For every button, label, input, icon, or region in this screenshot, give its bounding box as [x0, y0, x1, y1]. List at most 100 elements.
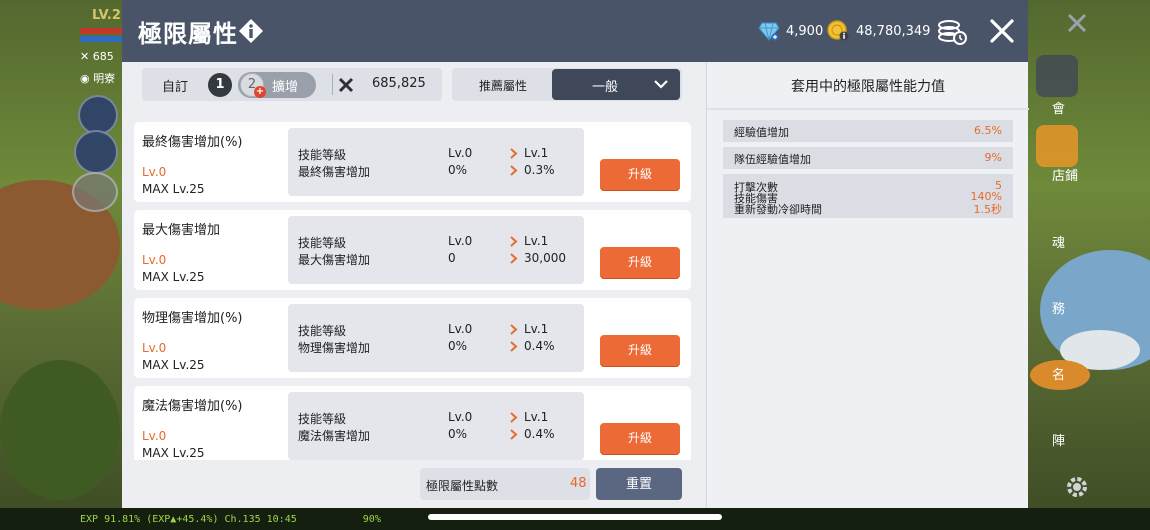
attribute-max-level: MAX Lv.25: [142, 182, 205, 196]
chevron-right-icon: [510, 429, 518, 440]
expand-label: 擴增: [272, 80, 299, 95]
meso-amount: 48,780,349: [856, 23, 931, 39]
attribute-name: 物理傷害增加(%): [142, 311, 243, 326]
soul-label: 魂: [1052, 236, 1066, 251]
attribute-name: 最大傷害增加: [142, 223, 221, 238]
quest-icon[interactable]: [74, 130, 118, 174]
points-bar: 極限屬性點數 48 重置: [420, 468, 682, 500]
back-arrow-button[interactable]: [78, 95, 118, 135]
preset-1-button[interactable]: 1: [208, 73, 232, 97]
next-value-1: Lv.1: [524, 234, 549, 248]
attribute-detail: 技能等級 物理傷害增加 Lv.0 0% Lv.1 0.4%: [288, 304, 584, 372]
diamond-icon: [758, 22, 780, 41]
meso-coin-icon: [827, 20, 849, 41]
dialog-header: 極限屬性 4,900 48,780,349: [122, 0, 1028, 62]
chevron-right-icon: [510, 412, 518, 423]
divider: [332, 74, 333, 95]
exp-status: EXP 91.81% (EXP▲+45.4%) Ch.135 10:45 90%: [80, 514, 381, 525]
attribute-level: Lv.0: [142, 341, 167, 355]
detail-label-1: 技能等級: [298, 412, 347, 426]
attribute-name: 最終傷害增加(%): [142, 135, 243, 150]
preset-label: 自訂: [162, 80, 189, 95]
attribute-level: Lv.0: [142, 429, 167, 443]
recommend-dropdown[interactable]: 一般: [552, 69, 680, 100]
next-value-1: Lv.1: [524, 146, 549, 160]
limit-attributes-dialog: 極限屬性 4,900 48,780,349 自訂 1 2 + 擴增 685,82…: [122, 0, 1029, 508]
chevron-right-icon: [510, 253, 518, 264]
hp-bar: [80, 28, 122, 34]
attribute-card: 最終傷害增加(%) Lv.0 MAX Lv.25 技能等級 最終傷害增加 Lv.…: [134, 122, 691, 202]
attribute-detail: 技能等級 最終傷害增加 Lv.0 0% Lv.1 0.3%: [288, 128, 584, 196]
attribute-card: 魔法傷害增加(%) Lv.0 MAX Lv.25 技能等級 魔法傷害增加 Lv.…: [134, 386, 691, 460]
current-value-1: Lv.0: [448, 410, 473, 424]
attribute-name: 魔法傷害增加(%): [142, 399, 243, 414]
applied-stats-title: 套用中的極限屬性能力值: [791, 79, 945, 95]
divider: [707, 108, 1029, 110]
attribute-level: Lv.0: [142, 165, 167, 179]
applied-stats-pane: 套用中的極限屬性能力值 經驗值增加 6.5% 隊伍經驗值增加 9% 打擊次數 技…: [706, 62, 1029, 508]
menu-button[interactable]: [1036, 55, 1078, 97]
left-hud: LV.21 ✕ 685 ◉ 明寮: [0, 0, 130, 530]
coin-exchange-icon[interactable]: [936, 16, 968, 46]
gear-icon[interactable]: [1064, 474, 1090, 500]
attribute-max-level: MAX Lv.25: [142, 446, 205, 460]
rank-label: 名: [1052, 368, 1066, 383]
exp-text: EXP 91.81% (EXP▲+45.4%) Ch.135 10:45: [80, 514, 297, 525]
upgrade-button[interactable]: 升級: [600, 159, 680, 190]
next-value-2: 0.3%: [524, 163, 555, 177]
right-hud: 會 店鋪 魂 務 名 陣: [1028, 0, 1150, 530]
upgrade-button[interactable]: 升級: [600, 335, 680, 366]
reset-button[interactable]: 重置: [596, 468, 682, 500]
applied-stat-value: 6.5%: [974, 124, 1002, 137]
current-value-1: Lv.0: [448, 322, 473, 336]
menu-label: 會: [1052, 102, 1066, 117]
applied-stat-row: 經驗值增加 6.5%: [723, 120, 1013, 142]
attribute-card: 最大傷害增加 Lv.0 MAX Lv.25 技能等級 最大傷害增加 Lv.0 0…: [134, 210, 691, 290]
chevron-right-icon: [510, 341, 518, 352]
handshake-icon[interactable]: [72, 172, 118, 212]
dropdown-value: 一般: [592, 80, 619, 95]
points-label: 極限屬性點數: [426, 479, 499, 493]
upgrade-button[interactable]: 升級: [600, 247, 680, 278]
attribute-card: 物理傷害增加(%) Lv.0 MAX Lv.25 技能等級 物理傷害增加 Lv.…: [134, 298, 691, 378]
detail-label-2: 物理傷害增加: [298, 341, 371, 355]
next-value-1: Lv.1: [524, 322, 549, 336]
bg-close-icon: [1067, 13, 1087, 33]
attribute-max-level: MAX Lv.25: [142, 270, 205, 284]
applied-stat-row: 隊伍經驗值增加 9%: [723, 147, 1013, 169]
chevron-right-icon: [510, 324, 518, 335]
attribute-list[interactable]: 最終傷害增加(%) Lv.0 MAX Lv.25 技能等級 最終傷害增加 Lv.…: [134, 122, 692, 460]
dialog-title: 極限屬性: [138, 20, 238, 48]
current-value-2: 0%: [448, 427, 468, 441]
home-indicator[interactable]: [428, 514, 722, 520]
applied-stat-value: 1.5秒: [973, 203, 1003, 216]
detail-label-1: 技能等級: [298, 236, 347, 250]
attribute-level: Lv.0: [142, 253, 167, 267]
attribute-max-level: MAX Lv.25: [142, 358, 205, 372]
hud-power: ✕ 685: [80, 50, 114, 63]
chevron-right-icon: [510, 165, 518, 176]
current-value-2: 0%: [448, 339, 468, 353]
battery-text: 90%: [362, 514, 381, 525]
preset-2-expand-button[interactable]: 2 + 擴增: [238, 72, 316, 98]
upgrade-button[interactable]: 升級: [600, 423, 680, 454]
hud-power-value: 685: [92, 50, 114, 63]
chevron-down-icon: [654, 80, 668, 89]
info-icon[interactable]: [238, 18, 264, 44]
recommend-bar: 推薦屬性 一般: [452, 68, 682, 101]
formation-label: 陣: [1052, 434, 1066, 449]
next-value-1: Lv.1: [524, 410, 549, 424]
mission-label: 務: [1052, 302, 1066, 317]
close-icon[interactable]: [988, 17, 1016, 45]
detail-label-2: 最大傷害增加: [298, 253, 371, 267]
current-value-2: 0%: [448, 163, 468, 177]
detail-label-2: 最終傷害增加: [298, 165, 371, 179]
current-value-1: Lv.0: [448, 234, 473, 248]
applied-stat-label: 隊伍經驗值增加: [734, 153, 811, 166]
crossed-swords-icon: [338, 77, 354, 93]
current-value-2: 0: [448, 251, 456, 265]
shop-button[interactable]: [1036, 125, 1078, 167]
shop-label: 店鋪: [1052, 169, 1079, 184]
combat-power-value: 685,825: [372, 76, 426, 91]
next-value-2: 30,000: [524, 251, 566, 265]
